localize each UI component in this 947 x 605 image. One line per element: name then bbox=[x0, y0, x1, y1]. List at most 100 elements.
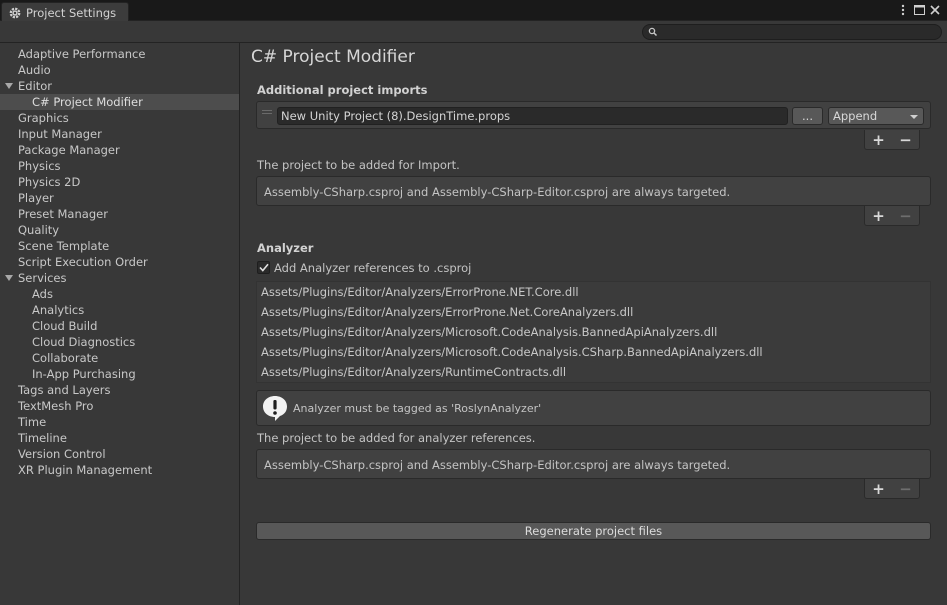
sidebar-item-quality[interactable]: Quality bbox=[0, 222, 239, 238]
sidebar-item-services[interactable]: Services bbox=[0, 270, 239, 286]
import-target-info: Assembly-CSharp.csproj and Assembly-CSha… bbox=[264, 185, 731, 199]
sidebar-item-label: In-App Purchasing bbox=[32, 367, 136, 381]
sidebar-item-label: Physics 2D bbox=[18, 175, 81, 189]
import-target-label: The project to be added for Import. bbox=[257, 158, 460, 172]
analyzer-target-label: The project to be added for analyzer ref… bbox=[257, 431, 536, 445]
import-target-footer: + − bbox=[864, 206, 920, 226]
sidebar-item-label: Player bbox=[18, 191, 54, 205]
sidebar-item-label: Services bbox=[18, 271, 67, 285]
page-title: C# Project Modifier bbox=[251, 47, 415, 67]
settings-sidebar: Adaptive Performance Audio Editor C# Projec… bbox=[0, 43, 240, 605]
add-import-button[interactable]: + bbox=[869, 132, 889, 148]
sidebar-item-in-app-purchasing[interactable]: In-App Purchasing bbox=[0, 366, 239, 382]
regenerate-project-files-button[interactable]: Regenerate project files bbox=[256, 522, 931, 540]
sidebar-item-ads[interactable]: Ads bbox=[0, 286, 239, 302]
sidebar-item-time[interactable]: Time bbox=[0, 414, 239, 430]
tab-project-settings[interactable]: Project Settings bbox=[1, 2, 129, 22]
main-panel: C# Project Modifier Additional project i… bbox=[241, 43, 947, 605]
sidebar-item-label: Time bbox=[18, 415, 47, 429]
import-path-field[interactable]: New Unity Project (8).DesignTime.props bbox=[277, 107, 788, 125]
remove-analyzer-target-button[interactable]: − bbox=[896, 481, 916, 497]
sidebar-item-adaptive-performance[interactable]: Adaptive Performance bbox=[0, 46, 239, 62]
sidebar-item-label: Preset Manager bbox=[18, 207, 108, 221]
sidebar-item-label: Analytics bbox=[32, 303, 85, 317]
list-item[interactable]: Assets/Plugins/Editor/Analyzers/Microsof… bbox=[257, 322, 930, 342]
sidebar-item-textmesh-pro[interactable]: TextMesh Pro bbox=[0, 398, 239, 414]
checkmark-icon bbox=[258, 263, 269, 272]
tab-bar: Project Settings bbox=[0, 0, 947, 22]
analyzer-checkbox-label[interactable]: Add Analyzer references to .csproj bbox=[274, 261, 471, 275]
list-item[interactable]: Assets/Plugins/Editor/Analyzers/RuntimeC… bbox=[257, 362, 930, 382]
sidebar-item-label: Input Manager bbox=[18, 127, 102, 141]
sidebar-item-label: Physics bbox=[18, 159, 61, 173]
analyzer-dll-list: Assets/Plugins/Editor/Analyzers/ErrorPro… bbox=[256, 281, 931, 383]
sidebar-item-package-manager[interactable]: Package Manager bbox=[0, 142, 239, 158]
sidebar-item-label: Tags and Layers bbox=[18, 383, 111, 397]
sidebar-item-label: XR Plugin Management bbox=[18, 463, 153, 477]
browse-button[interactable]: ... bbox=[792, 107, 823, 125]
sidebar-item-editor[interactable]: Editor bbox=[0, 78, 239, 94]
analyzer-header: Analyzer bbox=[257, 241, 314, 255]
sidebar-item-version-control[interactable]: Version Control bbox=[0, 446, 239, 462]
imports-list-footer: + − bbox=[864, 130, 920, 150]
sidebar-item-tags-and-layers[interactable]: Tags and Layers bbox=[0, 382, 239, 398]
sidebar-item-script-execution-order[interactable]: Script Execution Order bbox=[0, 254, 239, 270]
sidebar-item-xr-plugin-management[interactable]: XR Plugin Management bbox=[0, 462, 239, 478]
list-item[interactable]: Assets/Plugins/Editor/Analyzers/ErrorPro… bbox=[257, 282, 930, 302]
sidebar-item-audio[interactable]: Audio bbox=[0, 62, 239, 78]
search-input[interactable] bbox=[642, 24, 942, 40]
sidebar-item-label: Cloud Diagnostics bbox=[32, 335, 136, 349]
tab-title: Project Settings bbox=[26, 5, 117, 20]
sidebar-item-cloud-diagnostics[interactable]: Cloud Diagnostics bbox=[0, 334, 239, 350]
sidebar-item-graphics[interactable]: Graphics bbox=[0, 110, 239, 126]
sidebar-item-physics-2d[interactable]: Physics 2D bbox=[0, 174, 239, 190]
imports-header: Additional project imports bbox=[257, 83, 428, 97]
foldout-arrow-icon[interactable] bbox=[5, 83, 13, 89]
maximize-icon[interactable] bbox=[912, 3, 926, 17]
sidebar-item-label: Collaborate bbox=[32, 351, 99, 365]
analyzer-help-text: Analyzer must be tagged as 'RoslynAnalyz… bbox=[293, 402, 542, 415]
sidebar-item-label: Quality bbox=[18, 223, 60, 237]
remove-import-button[interactable]: − bbox=[896, 132, 916, 148]
analyzer-checkbox[interactable] bbox=[257, 261, 270, 274]
import-mode-value: Append bbox=[833, 109, 878, 123]
import-mode-dropdown[interactable]: Append bbox=[828, 107, 924, 125]
more-options-icon[interactable] bbox=[896, 3, 910, 17]
list-item[interactable]: Assets/Plugins/Editor/Analyzers/ErrorPro… bbox=[257, 302, 930, 322]
analyzer-target-list: Assembly-CSharp.csproj and Assembly-CSha… bbox=[256, 449, 931, 479]
remove-target-button[interactable]: − bbox=[896, 208, 916, 224]
sidebar-item-cloud-build[interactable]: Cloud Build bbox=[0, 318, 239, 334]
sidebar-item-player[interactable]: Player bbox=[0, 190, 239, 206]
sidebar-item-label: Scene Template bbox=[18, 239, 110, 253]
gear-icon bbox=[8, 6, 22, 20]
add-target-button[interactable]: + bbox=[869, 208, 889, 224]
analyzer-target-info: Assembly-CSharp.csproj and Assembly-CSha… bbox=[264, 458, 731, 472]
sidebar-item-label: Timeline bbox=[18, 431, 67, 445]
imports-list: New Unity Project (8).DesignTime.props .… bbox=[256, 101, 931, 129]
list-item[interactable]: Assets/Plugins/Editor/Analyzers/Microsof… bbox=[257, 342, 930, 362]
sidebar-item-label: C# Project Modifier bbox=[32, 95, 143, 109]
analyzer-help-box: Analyzer must be tagged as 'RoslynAnalyz… bbox=[256, 390, 931, 426]
sidebar-item-label: Graphics bbox=[18, 111, 69, 125]
sidebar-item-physics[interactable]: Physics bbox=[0, 158, 239, 174]
sidebar-item-label: Ads bbox=[32, 287, 53, 301]
sidebar-item-input-manager[interactable]: Input Manager bbox=[0, 126, 239, 142]
search-icon bbox=[648, 27, 658, 37]
foldout-arrow-icon[interactable] bbox=[5, 275, 13, 281]
drag-handle-icon[interactable] bbox=[262, 110, 272, 114]
sidebar-item-c-project-modifier[interactable]: C# Project Modifier bbox=[0, 94, 239, 110]
sidebar-item-analytics[interactable]: Analytics bbox=[0, 302, 239, 318]
warning-icon bbox=[261, 394, 289, 422]
sidebar-item-label: Editor bbox=[18, 79, 53, 93]
sidebar-item-timeline[interactable]: Timeline bbox=[0, 430, 239, 446]
sidebar-item-label: Version Control bbox=[18, 447, 106, 461]
add-analyzer-target-button[interactable]: + bbox=[869, 481, 889, 497]
sidebar-item-label: Script Execution Order bbox=[18, 255, 148, 269]
chevron-down-icon bbox=[910, 115, 918, 119]
sidebar-item-scene-template[interactable]: Scene Template bbox=[0, 238, 239, 254]
sidebar-item-label: Cloud Build bbox=[32, 319, 98, 333]
sidebar-item-collaborate[interactable]: Collaborate bbox=[0, 350, 239, 366]
close-icon[interactable] bbox=[928, 3, 942, 17]
sidebar-item-label: Adaptive Performance bbox=[18, 47, 146, 61]
sidebar-item-preset-manager[interactable]: Preset Manager bbox=[0, 206, 239, 222]
